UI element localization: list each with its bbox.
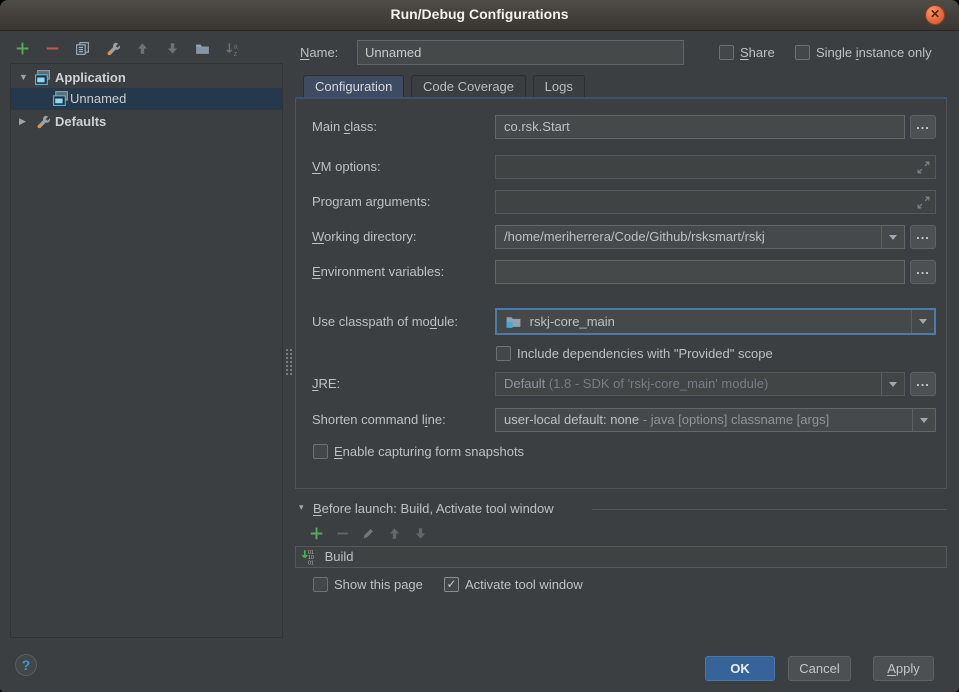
close-button[interactable]: ✕ (925, 5, 945, 25)
jre-label: JRE: (312, 372, 340, 396)
main-class-field[interactable]: co.rsk.Start (495, 115, 905, 139)
close-icon: ✕ (930, 7, 940, 21)
application-icon (34, 69, 51, 86)
ok-button[interactable]: OK (705, 656, 775, 681)
tree-item-defaults[interactable]: ▶ Defaults (11, 111, 282, 132)
single-instance-label: Single instance only (816, 44, 932, 61)
program-arguments-label: Program arguments: (312, 190, 431, 214)
main-class-browse-button[interactable]: ... (910, 115, 936, 139)
window-title: Run/Debug Configurations (390, 6, 568, 22)
show-this-page-label: Show this page (334, 576, 423, 593)
section-collapse-icon[interactable]: ▾ (299, 502, 304, 513)
working-directory-label: Working directory: (312, 225, 417, 249)
move-up-icon[interactable] (386, 525, 403, 542)
tree-item-label: Unnamed (70, 88, 126, 109)
jre-browse-button[interactable]: ... (910, 372, 936, 396)
edit-icon[interactable] (360, 525, 377, 542)
tab-bar: Configuration Code Coverage Logs (303, 75, 588, 97)
shorten-command-line-label: Shorten command line: (312, 408, 446, 432)
task-label: Build (325, 549, 354, 564)
environment-variables-browse-button[interactable]: ... (910, 260, 936, 284)
title-bar: Run/Debug Configurations ✕ (0, 0, 959, 31)
add-icon[interactable] (14, 40, 31, 57)
expand-field-icon[interactable] (915, 194, 932, 214)
before-launch-task-build[interactable]: 011001 Build (295, 546, 947, 568)
activate-tool-window-checkbox[interactable]: ✓ (444, 577, 459, 592)
build-icon: 011001 (300, 548, 317, 565)
module-value: rskj-core_main (530, 314, 615, 329)
edit-defaults-icon[interactable] (104, 40, 121, 57)
main-class-label: Main class: (312, 115, 377, 139)
shorten-value-primary: user-local default: none (504, 412, 639, 427)
shorten-value-secondary: - java [options] classname [args] (643, 412, 829, 427)
new-folder-icon[interactable] (194, 40, 211, 57)
tab-logs[interactable]: Logs (533, 75, 585, 97)
name-label: Name: (300, 41, 338, 65)
copy-icon[interactable] (74, 40, 91, 57)
shorten-command-line-combo[interactable]: user-local default: none - java [options… (495, 408, 936, 432)
remove-icon[interactable] (334, 525, 351, 542)
sort-alphabetically-icon[interactable]: az (224, 40, 241, 57)
name-input[interactable] (357, 40, 684, 65)
main-class-value: co.rsk.Start (504, 119, 570, 134)
form-snapshots-checkbox[interactable] (313, 444, 328, 459)
expand-field-icon[interactable] (915, 159, 932, 179)
activate-tool-window-label: Activate tool window (465, 576, 583, 593)
defaults-wrench-icon (34, 113, 51, 130)
working-directory-value: /home/meriherrera/Code/Github/rsksmart/r… (504, 229, 765, 244)
move-down-icon[interactable] (412, 525, 429, 542)
jre-combo[interactable]: Default (1.8 - SDK of 'rskj-core_main' m… (495, 372, 905, 396)
move-down-icon[interactable] (164, 40, 181, 57)
tab-configuration[interactable]: Configuration (303, 75, 404, 97)
dropdown-arrow-icon[interactable] (912, 409, 935, 431)
configurations-toolbar: az (14, 40, 241, 57)
dropdown-arrow-icon[interactable] (881, 373, 904, 395)
checkmark-icon: ✓ (446, 577, 456, 591)
jre-value-primary: Default (504, 376, 545, 391)
tab-code-coverage[interactable]: Code Coverage (411, 75, 526, 97)
move-up-icon[interactable] (134, 40, 151, 57)
module-icon (505, 313, 522, 330)
jre-value-secondary: (1.8 - SDK of 'rskj-core_main' module) (549, 376, 769, 391)
svg-text:01: 01 (308, 560, 314, 565)
program-arguments-field[interactable] (495, 190, 936, 214)
chevron-down-icon[interactable]: ▼ (19, 67, 28, 88)
single-instance-checkbox[interactable] (795, 45, 810, 60)
tree-item-application[interactable]: ▼ Application (11, 67, 282, 88)
add-icon[interactable] (308, 525, 325, 542)
provided-scope-checkbox[interactable] (496, 346, 511, 361)
run-debug-configurations-dialog: Run/Debug Configurations ✕ az ▼ Appl (0, 0, 959, 692)
module-combo[interactable]: rskj-core_main (495, 308, 936, 335)
environment-variables-field[interactable] (495, 260, 905, 284)
apply-button[interactable]: Apply (873, 656, 934, 681)
svg-text:z: z (234, 49, 238, 57)
dropdown-arrow-icon[interactable] (911, 310, 934, 333)
provided-scope-label: Include dependencies with "Provided" sco… (517, 345, 773, 362)
application-icon (52, 90, 69, 107)
panel-splitter-handle[interactable] (286, 349, 292, 375)
working-directory-combo[interactable]: /home/meriherrera/Code/Github/rsksmart/r… (495, 225, 905, 249)
dropdown-arrow-icon[interactable] (881, 226, 904, 248)
configurations-tree: ▼ Application Unnamed ▶ Defaults (10, 63, 283, 638)
vm-options-field[interactable] (495, 155, 936, 179)
share-label: Share (740, 44, 775, 61)
before-launch-header[interactable]: Before launch: Build, Activate tool wind… (313, 500, 554, 518)
share-checkbox[interactable] (719, 45, 734, 60)
working-directory-browse-button[interactable]: ... (910, 225, 936, 249)
remove-icon[interactable] (44, 40, 61, 57)
environment-variables-label: Environment variables: (312, 260, 444, 284)
help-button[interactable]: ? (15, 654, 37, 676)
tree-item-label: Defaults (55, 111, 106, 132)
before-launch-toolbar (308, 525, 429, 542)
before-launch-divider (592, 509, 947, 510)
tree-item-unnamed[interactable]: Unnamed (11, 88, 282, 110)
show-this-page-checkbox[interactable] (313, 577, 328, 592)
module-label: Use classpath of module: (312, 310, 458, 334)
chevron-right-icon[interactable]: ▶ (19, 111, 26, 132)
cancel-button[interactable]: Cancel (788, 656, 851, 681)
help-icon: ? (22, 657, 31, 673)
form-snapshots-label: Enable capturing form snapshots (334, 443, 524, 460)
vm-options-label: VM options: (312, 155, 381, 179)
tree-item-label: Application (55, 67, 126, 88)
